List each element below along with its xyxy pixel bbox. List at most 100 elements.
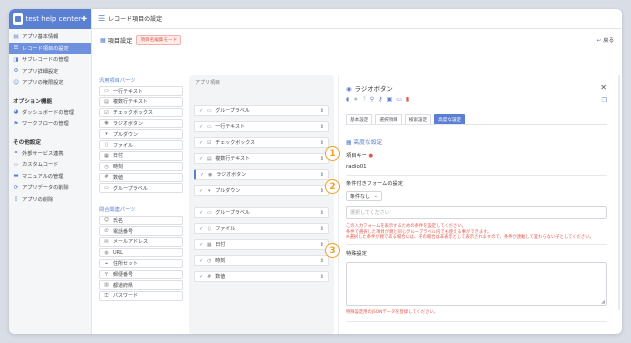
canvas-field[interactable]: ✓ ☑ チェックボックス ⇕: [194, 137, 329, 148]
drag-handle-icon[interactable]: ⇕: [320, 226, 324, 232]
textline-icon: ▭: [206, 123, 212, 130]
palette-part-label: 一行テキスト: [113, 88, 143, 95]
canvas-field[interactable]: ✓ ◷ 時刻 ⇕: [194, 255, 329, 266]
radio-icon: ◉: [208, 171, 213, 178]
checkbox-icon: ☑: [206, 139, 212, 146]
palette-general-title: 汎用項目パーツ: [99, 77, 136, 84]
drag-handle-icon[interactable]: ⇕: [320, 156, 324, 162]
canvas-field[interactable]: ✓ ▭ 一行テキスト ⇕: [194, 121, 329, 132]
required-mark: ●: [366, 153, 373, 159]
folder-icon: ▭: [104, 185, 109, 192]
canvas-field[interactable]: ✓ ▦ 日付 ⇕: [194, 239, 329, 250]
palette-part[interactable]: ▯ ファイル: [99, 140, 183, 150]
check-icon: ✓: [199, 123, 204, 130]
sidebar-item[interactable]: ‹› カスタムコード: [9, 159, 91, 171]
palette-part[interactable]: ▭ グループラベル: [99, 183, 183, 193]
back-button[interactable]: ↩ 戻る: [597, 36, 614, 44]
special-settings-textarea[interactable]: ◢: [346, 262, 607, 306]
canvas-field[interactable]: ✓ ◉ ラジオボタン ⇕: [194, 169, 329, 180]
palette-part[interactable]: ⚿ パスワード: [99, 291, 183, 301]
drag-handle-icon[interactable]: ⇕: [320, 108, 324, 114]
copy-icon[interactable]: ❐: [602, 97, 607, 104]
sidebar-item-label: アプリ詳細設定: [22, 68, 59, 75]
sidebar-item[interactable]: ⟳ アプリデータの削除: [9, 182, 91, 194]
sidebar-item[interactable]: ⚭ 外部サービス連携: [9, 148, 91, 160]
canvas-field[interactable]: ✓ ▾ プルダウン ⇕: [194, 185, 329, 196]
drag-handle-icon[interactable]: ⇕: [320, 140, 324, 146]
palette-part[interactable]: ◷ 時刻: [99, 161, 183, 172]
conditional-select[interactable]: 条件なし ⌄: [346, 191, 382, 201]
palette-part[interactable]: # 数値: [99, 172, 183, 183]
palette-part[interactable]: ▥ 都道府県: [99, 280, 183, 290]
palette-part[interactable]: ◉ ラジオボタン: [99, 118, 183, 129]
special-settings-label: 特殊設定: [346, 251, 367, 257]
drag-handle-icon[interactable]: ⇕: [320, 188, 324, 194]
trash-icon: ▯: [14, 196, 18, 203]
sidebar-item[interactable]: ☺ アプリの権限設定: [9, 77, 91, 89]
resize-grip-icon[interactable]: ◢: [601, 299, 605, 305]
palette-part-label: プルダウン: [113, 131, 139, 138]
sidebar-item[interactable]: ▯ アプリの削除: [9, 194, 91, 206]
trash-icon[interactable]: ▮: [406, 96, 409, 103]
palette-part[interactable]: ▭ 一行テキスト: [99, 86, 183, 96]
drag-handle-icon[interactable]: ⇕: [320, 172, 324, 178]
scrollbar[interactable]: [618, 75, 620, 310]
drag-handle-icon[interactable]: ⇕: [320, 274, 324, 280]
sidebar-item[interactable]: ⚙ アプリ詳細設定: [9, 66, 91, 78]
close-icon[interactable]: ✕: [600, 83, 607, 92]
conditional-input[interactable]: 選択してください: [346, 206, 607, 219]
canvas-field[interactable]: ✓ # 数値 ⇕: [194, 271, 329, 282]
sidebar-item[interactable]: ☰ レコード項目の設定: [9, 42, 91, 54]
menu-icon[interactable]: ☰: [98, 14, 105, 23]
sidebar-item[interactable]: ▤ アプリ基本情報: [9, 31, 91, 43]
canvas-field-label: 複数行テキスト: [215, 156, 251, 162]
canvas-field[interactable]: ✓ ▯ ファイル ⇕: [194, 223, 329, 234]
advanced-section-text: 高度な設定: [353, 140, 383, 146]
question-icon[interactable]: ?: [363, 96, 366, 103]
sidebar: test help center ✚ ▤ アプリ基本情報 ☰ レコード項目の設定 ◨ サブ…: [9, 9, 92, 334]
pin-icon[interactable]: ✚: [81, 15, 87, 23]
drag-handle-icon[interactable]: ⇕: [320, 210, 324, 216]
sidebar-item[interactable]: ▬ マニュアルの管理: [9, 171, 91, 183]
sidebar-item[interactable]: ⚑ ワークフローの管理: [9, 118, 91, 130]
palette-part[interactable]: ☑ チェックボックス: [99, 107, 183, 118]
search-icon[interactable]: ⚲: [370, 96, 374, 103]
canvas-field-label: グループラベル: [215, 108, 250, 114]
palette-part-label: ファイル: [113, 142, 134, 149]
drag-handle-icon[interactable]: ⇕: [320, 242, 324, 248]
page-title: 項目設定: [107, 37, 133, 45]
top-bar-title: レコード項目の設定: [108, 16, 163, 23]
palette-part[interactable]: ☺ 氏名: [99, 215, 183, 226]
check-icon: ✓: [199, 209, 204, 216]
palette-part[interactable]: ⌖ 住所セット: [99, 258, 183, 269]
palette-part[interactable]: ✉ メールアドレス: [99, 237, 183, 247]
window-icon[interactable]: ▭: [396, 96, 402, 103]
canvas-field[interactable]: ✓ ▤ 複数行テキスト ⇕: [194, 153, 329, 164]
sidebar-item-label: レコード項目の設定: [22, 45, 69, 52]
canvas-field[interactable]: ✓ ▭ グループラベル ⇕: [194, 207, 329, 218]
sidebar-item[interactable]: ◨ サブレコードの管理: [9, 54, 91, 66]
palette-part[interactable]: ✆ 電話番号: [99, 226, 183, 236]
palette-part[interactable]: ▾ プルダウン: [99, 129, 183, 139]
drag-handle-icon[interactable]: ⇕: [320, 124, 324, 130]
star-icon[interactable]: ★: [353, 96, 358, 103]
drag-handle-icon[interactable]: ⇕: [320, 258, 324, 264]
canvas-field[interactable]: ✓ ▭ グループラベル ⇕: [194, 105, 329, 116]
palette-part[interactable]: ▤ 複数行テキスト: [99, 97, 183, 107]
brand-bar[interactable]: test help center ✚: [9, 9, 91, 29]
back-arrow-icon: ↩: [596, 38, 602, 44]
key-icon[interactable]: ⚷: [378, 96, 382, 103]
sidebar-item[interactable]: ◕ ダッシュボードの管理: [9, 107, 91, 119]
top-bar: ☰ レコード項目の設定: [92, 9, 622, 29]
conditional-note-3: ※選択した条件が親である場合には、子の場合は非表示として表示されますので、条件が…: [346, 235, 594, 240]
toggle-icon[interactable]: ◖: [346, 96, 349, 103]
callout-marker-3: 3: [325, 243, 340, 258]
palette-part[interactable]: ◍ URL: [99, 247, 183, 258]
sidebar-item-label: アプリの削除: [22, 196, 54, 203]
palette-part[interactable]: ▦ 日付: [99, 151, 183, 161]
check-icon: ✓: [199, 107, 204, 114]
palette-part[interactable]: 〒郵便番号: [99, 269, 183, 280]
folder-icon: ▭: [206, 107, 212, 114]
palette-part-label: 住所セット: [113, 261, 139, 267]
image-icon[interactable]: ▣: [387, 96, 393, 103]
